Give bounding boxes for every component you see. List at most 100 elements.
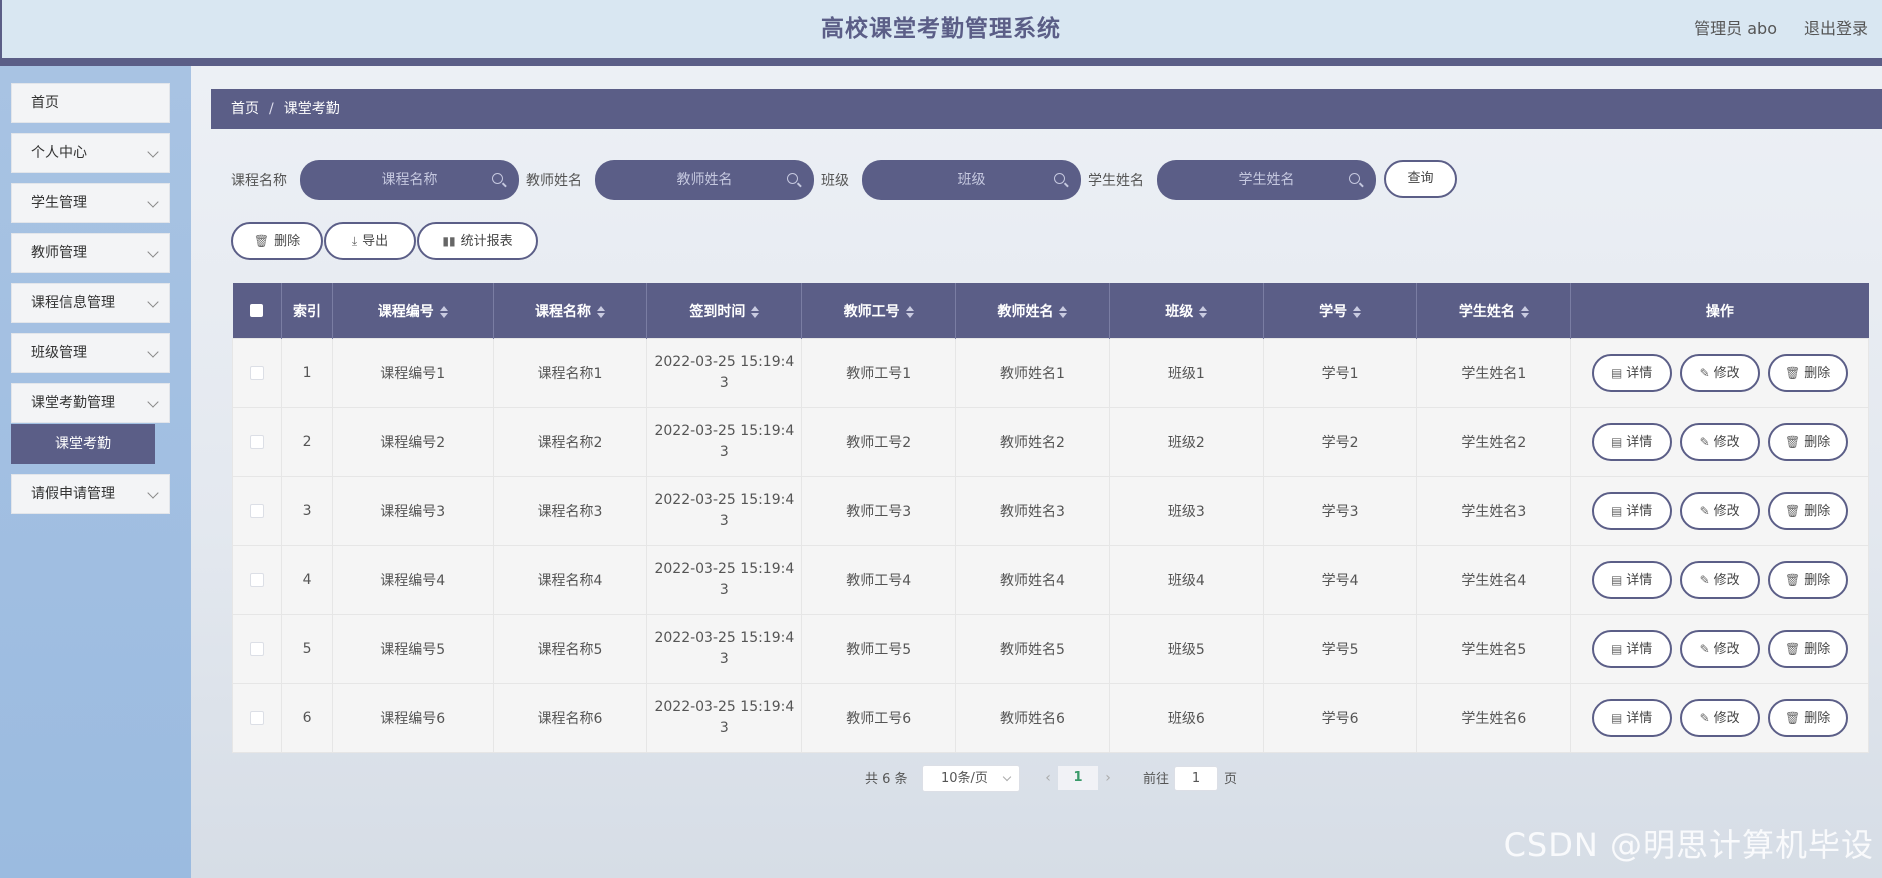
header-course-code[interactable]: 课程编号 bbox=[332, 283, 494, 339]
goto-page-input[interactable] bbox=[1174, 766, 1218, 791]
course-name-input[interactable] bbox=[300, 160, 519, 200]
row-select-cell[interactable] bbox=[231, 614, 283, 684]
row-checkbox[interactable] bbox=[250, 504, 265, 518]
detail-button[interactable]: ▤ 详情 bbox=[1591, 354, 1672, 392]
row-checkbox[interactable] bbox=[250, 642, 265, 656]
student-name-input[interactable] bbox=[1157, 160, 1376, 200]
detail-button[interactable]: ▤ 详情 bbox=[1591, 492, 1672, 530]
sort-icon[interactable] bbox=[751, 305, 760, 318]
logout-link[interactable]: 退出登录 bbox=[1804, 0, 1868, 58]
sidebar-item-student-management[interactable]: 学生管理 bbox=[11, 183, 170, 223]
sort-icon[interactable] bbox=[1059, 305, 1068, 318]
sidebar-item-attendance-management[interactable]: 课堂考勤管理 bbox=[11, 383, 170, 423]
sidebar-item-teacher-management[interactable]: 教师管理 bbox=[11, 233, 170, 273]
prev-page-button[interactable]: ‹ bbox=[1038, 766, 1058, 790]
pencil-icon: ✎ bbox=[1699, 435, 1710, 449]
search-icon bbox=[1349, 173, 1360, 184]
row-select-cell[interactable] bbox=[231, 476, 283, 546]
trash-icon: 🗑 bbox=[1785, 435, 1801, 449]
class-label: 班级 bbox=[821, 173, 849, 189]
header-teacher-id[interactable]: 教师工号 bbox=[801, 283, 957, 339]
row-delete-button[interactable]: 🗑 删除 bbox=[1767, 492, 1848, 530]
detail-button[interactable]: ▤ 详情 bbox=[1591, 423, 1672, 461]
row-delete-button[interactable]: 🗑 删除 bbox=[1767, 354, 1848, 392]
row-checkbox[interactable] bbox=[250, 573, 265, 587]
header-class[interactable]: 班级 bbox=[1109, 283, 1264, 339]
sidebar-item-label: 课程信息管理 bbox=[31, 295, 115, 311]
sidebar-item-leave-management[interactable]: 请假申请管理 bbox=[11, 474, 170, 514]
sort-icon[interactable] bbox=[597, 305, 606, 318]
sort-icon[interactable] bbox=[439, 305, 448, 318]
edit-button[interactable]: ✎ 修改 bbox=[1679, 354, 1760, 392]
table-row: 3 课程编号3 课程名称3 2022-03-25 15:19:4 3 教师工号3 教师姓名3… bbox=[231, 476, 1869, 546]
edit-label: 修改 bbox=[1713, 573, 1740, 588]
header-label: 学生姓名 bbox=[1458, 303, 1515, 320]
header-label: 班级 bbox=[1165, 303, 1194, 320]
breadcrumb-home[interactable]: 首页 bbox=[231, 101, 259, 117]
page-size-select[interactable]: 10条/页 bbox=[922, 765, 1020, 792]
sort-icon[interactable] bbox=[1199, 305, 1208, 318]
document-icon: ▤ bbox=[1610, 504, 1623, 518]
detail-button[interactable]: ▤ 详情 bbox=[1591, 699, 1672, 737]
row-checkbox[interactable] bbox=[250, 366, 265, 380]
row-select-cell[interactable] bbox=[231, 683, 283, 753]
header-student-name[interactable]: 学生姓名 bbox=[1416, 283, 1572, 339]
sort-icon[interactable] bbox=[905, 305, 914, 318]
sort-icon[interactable] bbox=[1353, 305, 1362, 318]
teacher-name-input[interactable] bbox=[595, 160, 814, 200]
header-signin-time[interactable]: 签到时间 bbox=[646, 283, 803, 339]
detail-button[interactable]: ▤ 详情 bbox=[1591, 630, 1672, 668]
signin-time-part: 3 bbox=[719, 582, 729, 598]
edit-button[interactable]: ✎ 修改 bbox=[1679, 492, 1760, 530]
row-delete-button[interactable]: 🗑 删除 bbox=[1767, 699, 1848, 737]
sidebar-item-course-info-management[interactable]: 课程信息管理 bbox=[11, 283, 170, 323]
cell-teacher-name: 教师姓名1 bbox=[955, 338, 1110, 408]
edit-button[interactable]: ✎ 修改 bbox=[1679, 423, 1760, 461]
export-button[interactable]: ⤓ 导出 bbox=[324, 222, 416, 260]
edit-button[interactable]: ✎ 修改 bbox=[1679, 699, 1760, 737]
header-select-all[interactable] bbox=[232, 283, 283, 339]
header-course-name[interactable]: 课程名称 bbox=[493, 283, 648, 339]
goto-label: 前往 bbox=[1143, 772, 1170, 787]
sidebar-item-personal-center[interactable]: 个人中心 bbox=[11, 133, 170, 173]
sidebar-item-home[interactable]: 首页 bbox=[11, 83, 170, 123]
cell-student-name: 学生姓名1 bbox=[1416, 338, 1572, 408]
table-row: 5 课程编号5 课程名称5 2022-03-25 15:19:4 3 教师工号5 教师姓名5… bbox=[231, 614, 1869, 684]
cell-index: 3 bbox=[281, 476, 333, 546]
detail-button[interactable]: ▤ 详情 bbox=[1591, 561, 1672, 599]
query-button[interactable]: 查询 bbox=[1384, 160, 1457, 198]
row-checkbox[interactable] bbox=[250, 435, 265, 449]
row-delete-button[interactable]: 🗑 删除 bbox=[1767, 561, 1848, 599]
search-icon bbox=[1054, 173, 1065, 184]
row-delete-button[interactable]: 🗑 删除 bbox=[1767, 630, 1848, 668]
row-select-cell[interactable] bbox=[231, 338, 283, 408]
page-number-current[interactable]: 1 bbox=[1058, 766, 1098, 790]
row-select-cell[interactable] bbox=[231, 545, 283, 615]
cell-index: 1 bbox=[281, 338, 333, 408]
next-page-button[interactable]: › bbox=[1098, 766, 1118, 790]
header-label: 教师工号 bbox=[843, 303, 900, 320]
report-button[interactable]: ▮▮ 统计报表 bbox=[417, 222, 538, 260]
sidebar-item-class-management[interactable]: 班级管理 bbox=[11, 333, 170, 373]
row-delete-button[interactable]: 🗑 删除 bbox=[1767, 423, 1848, 461]
edit-button[interactable]: ✎ 修改 bbox=[1679, 630, 1760, 668]
document-icon: ▤ bbox=[1610, 435, 1623, 449]
row-checkbox[interactable] bbox=[250, 711, 265, 725]
edit-label: 修改 bbox=[1713, 435, 1740, 450]
breadcrumb-separator: / bbox=[269, 101, 274, 117]
trash-icon: 🗑 bbox=[253, 234, 270, 248]
cell-ops: ▤ 详情 ✎ 修改 🗑 删除 bbox=[1570, 545, 1869, 615]
cell-class: 班级6 bbox=[1108, 683, 1264, 753]
batch-delete-button[interactable]: 🗑 删除 bbox=[231, 222, 323, 260]
cell-student-name: 学生姓名6 bbox=[1416, 683, 1572, 753]
select-all-checkbox[interactable] bbox=[250, 304, 264, 317]
class-input[interactable] bbox=[862, 160, 1081, 200]
cell-signin-time: 2022-03-25 15:19:4 3 bbox=[646, 614, 803, 684]
cell-course-name: 课程名称6 bbox=[492, 683, 648, 753]
sidebar-subitem-attendance[interactable]: 课堂考勤 bbox=[11, 424, 155, 464]
sort-icon[interactable] bbox=[1520, 305, 1529, 318]
edit-button[interactable]: ✎ 修改 bbox=[1679, 561, 1760, 599]
header-teacher-name[interactable]: 教师姓名 bbox=[955, 283, 1110, 339]
row-select-cell[interactable] bbox=[231, 407, 283, 477]
header-student-id[interactable]: 学号 bbox=[1263, 283, 1418, 339]
